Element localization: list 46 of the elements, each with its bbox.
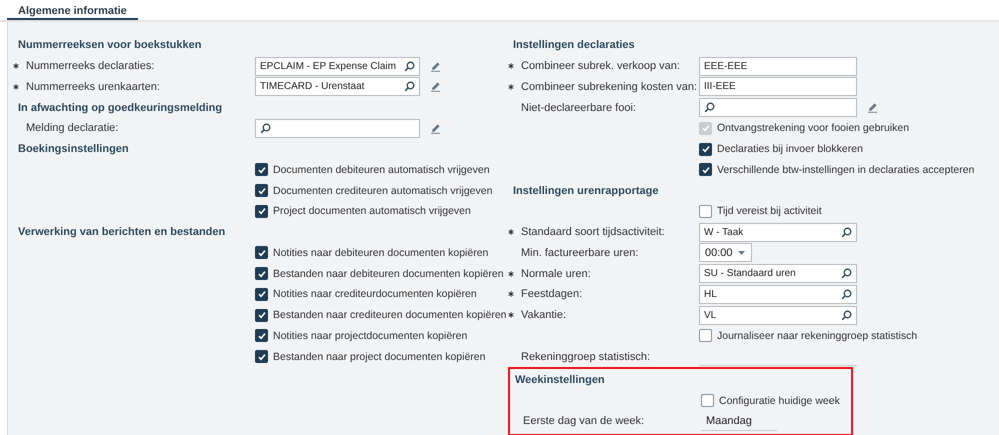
- lookup-field[interactable]: VL: [699, 306, 857, 325]
- checkbox-label: Tijd vereist bij activiteit: [717, 205, 822, 218]
- checkbox-label: Bestanden naar debiteuren documenten kopiëren: [273, 268, 504, 280]
- checkbox-label: Bestanden naar project documenten kopiëren: [273, 350, 486, 363]
- field-label: Niet-declareerbare fooi:: [520, 102, 636, 114]
- section-heading: In afwachting op goedkeuringsmelding: [18, 102, 222, 114]
- checkbox-label: Documenten crediteuren automatisch vrijgeven: [273, 184, 492, 197]
- field-label: Melding declaratie:: [25, 122, 118, 134]
- tab[interactable]: Algemene informatie: [7, 0, 138, 20]
- checkbox-label: Verschillende btw-instellingen in declaraties accepteren: [717, 164, 974, 176]
- input-field[interactable]: EEE-EEE: [699, 56, 857, 76]
- checkbox-label: Project documenten automatisch vrijgeven: [273, 205, 471, 218]
- lookup-field[interactable]: TIMECARD - Urenstaat: [255, 77, 420, 96]
- checkbox-label: Documenten debiteuren automatisch vrijgeven: [273, 164, 490, 176]
- dropdown[interactable]: 00:00: [699, 243, 752, 262]
- input-field[interactable]: III-EEE: [699, 77, 857, 96]
- section-heading: Boekingsinstellingen: [18, 143, 129, 156]
- section-heading: Weekinstellingen: [515, 374, 605, 386]
- field-label: Nummerreeks declaraties:: [25, 60, 154, 72]
- field-label: Eerste dag van de week:: [522, 415, 644, 428]
- lookup-field[interactable]: HL: [699, 284, 857, 304]
- field-label: Combineer subrek. verkoop van:: [520, 60, 680, 72]
- display-field[interactable]: Maandag: [701, 412, 777, 431]
- checkbox-label: Notities naar crediteurdocumenten kopiëren: [273, 288, 477, 300]
- field-label: Standaard soort tijdsactiviteit:: [520, 226, 665, 238]
- checkbox-label: Declaraties bij invoer blokkeren: [717, 143, 863, 156]
- checkbox-label: Bestanden naar crediteuren documenten kopiëren: [273, 309, 506, 322]
- field-label: Vakantie:: [520, 309, 566, 322]
- lookup-field[interactable]: W - Taak: [699, 222, 857, 242]
- section-heading: Instellingen declaraties: [513, 39, 635, 52]
- field-label: Nummerreeks urenkaarten:: [25, 80, 160, 93]
- section-heading: Verwerking van berichten en bestanden: [18, 226, 226, 238]
- section-heading: Nummerreeksen voor boekstukken: [18, 39, 202, 52]
- lookup-field[interactable]: EPCLAIM - EP Expense Claim: [255, 56, 420, 76]
- checkbox-label: Ontvangstrekening voor fooien gebruiken: [717, 122, 910, 134]
- checkbox-label: Journaliseer naar rekeninggroep statistisch: [717, 330, 918, 342]
- field-label: Feestdagen:: [520, 288, 582, 300]
- checkbox-label: Configuratie huidige week: [719, 394, 840, 407]
- field-label: Min. factureerbare uren:: [520, 246, 638, 259]
- section-heading: Instellingen urenrapportage: [513, 184, 658, 197]
- checkbox-label: Notities naar projectdocumenten kopiëren: [273, 330, 468, 342]
- field-label: Normale uren:: [520, 268, 591, 280]
- field-label: Combineer subrekening kosten van:: [520, 80, 698, 93]
- field-label: Rekeninggroep statistisch:: [520, 350, 650, 363]
- checkbox-label: Notities naar debiteuren documenten kopiëren: [273, 246, 488, 259]
- lookup-field[interactable]: SU - Standaard uren: [699, 264, 857, 284]
